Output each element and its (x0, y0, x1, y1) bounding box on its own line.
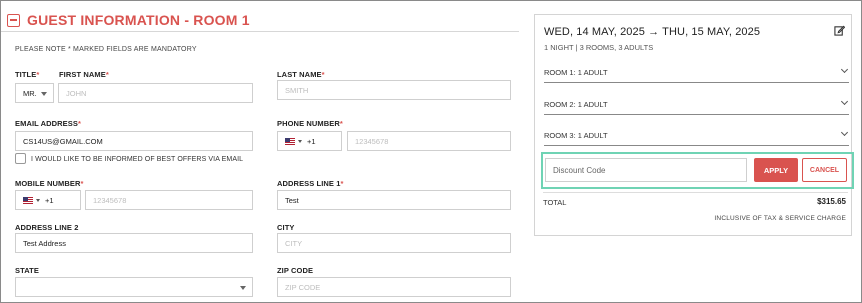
first-name-label: FIRST NAME* (59, 70, 109, 79)
zip-placeholder: ZIP CODE (285, 282, 321, 292)
tax-note: INCLUSIVE OF TAX & SERVICE CHARGE (714, 215, 846, 222)
city-placeholder: CITY (285, 238, 303, 248)
apply-button[interactable]: APPLY (754, 158, 798, 182)
chevron-down-icon (840, 65, 849, 74)
mobile-input[interactable]: 12345678 (85, 190, 253, 210)
state-label: STATE (15, 266, 39, 275)
city-label: CITY (277, 223, 295, 232)
phone-placeholder: 12345678 (355, 136, 389, 146)
last-name-label: LAST NAME* (277, 70, 325, 79)
us-flag-icon (285, 137, 295, 145)
phone-country-select[interactable]: +1 (277, 131, 342, 151)
stay-summary: 1 NIGHT | 3 ROOMS, 3 ADULTS (544, 43, 654, 52)
city-input[interactable]: CITY (277, 233, 511, 253)
phone-input[interactable]: 12345678 (347, 131, 511, 151)
room-1-label: ROOM 1: 1 ADULT (544, 68, 608, 77)
chevron-down-icon (240, 286, 246, 290)
mobile-placeholder: 12345678 (93, 195, 127, 205)
discount-placeholder: Discount Code (553, 165, 606, 175)
last-name-input[interactable]: SMITH (277, 80, 511, 100)
phone-code: +1 (307, 136, 316, 146)
chevron-down-icon (41, 92, 47, 96)
phone-label: PHONE NUMBER* (277, 119, 343, 128)
stay-dates: WED, 14 MAY, 2025 → THU, 15 MAY, 2025 (544, 26, 761, 38)
section-title: GUEST INFORMATION - ROOM 1 (27, 12, 250, 28)
address1-value: Test (285, 195, 299, 205)
email-label: EMAIL ADDRESS* (15, 119, 82, 128)
discount-code-input[interactable]: Discount Code (545, 158, 747, 182)
state-select[interactable] (15, 277, 253, 297)
us-flag-icon (23, 196, 33, 204)
booking-summary-panel: WED, 14 MAY, 2025 → THU, 15 MAY, 2025 1 … (534, 14, 852, 236)
email-field[interactable]: CS14US@GMAIL.COM (15, 131, 253, 151)
last-name-placeholder: SMITH (285, 85, 309, 95)
mobile-country-select[interactable]: +1 (15, 190, 81, 210)
chevron-down-icon (36, 198, 40, 202)
header-divider (1, 31, 519, 32)
room-row-2[interactable]: ROOM 2: 1 ADULT (544, 97, 849, 115)
total-divider (543, 192, 848, 193)
chevron-down-icon (840, 128, 849, 137)
address2-value: Test Address (23, 238, 66, 248)
mobile-code: +1 (45, 195, 54, 205)
total-value: $315.65 (817, 197, 846, 206)
chevron-down-icon (298, 139, 302, 143)
chevron-down-icon (840, 97, 849, 106)
title-value: MR. (23, 88, 37, 98)
total-label: TOTAL (543, 198, 567, 207)
address1-label: ADDRESS LINE 1* (277, 179, 344, 188)
section-header: GUEST INFORMATION - ROOM 1 (7, 12, 250, 28)
email-value: CS14US@GMAIL.COM (23, 136, 103, 146)
offers-checkbox[interactable] (15, 153, 26, 164)
address2-input[interactable]: Test Address (15, 233, 253, 253)
room-2-label: ROOM 2: 1 ADULT (544, 100, 608, 109)
first-name-input[interactable]: JOHN (58, 83, 253, 103)
offers-checkbox-label: I WOULD LIKE TO BE INFORMED OF BEST OFFE… (31, 156, 244, 163)
zip-label: ZIP CODE (277, 266, 314, 275)
room-row-3[interactable]: ROOM 3: 1 ADULT (544, 128, 849, 146)
edit-icon[interactable] (834, 25, 845, 36)
zip-input[interactable]: ZIP CODE (277, 277, 511, 297)
address2-label: ADDRESS LINE 2 (15, 223, 79, 232)
mandatory-note: PLEASE NOTE * MARKED FIELDS ARE MANDATOR… (15, 46, 197, 53)
title-select[interactable]: MR. (15, 83, 54, 103)
room-3-label: ROOM 3: 1 ADULT (544, 131, 608, 140)
title-label: TITLE* (15, 70, 40, 79)
first-name-placeholder: JOHN (66, 88, 87, 98)
collapse-icon[interactable] (7, 13, 20, 27)
page-frame: GUEST INFORMATION - ROOM 1 PLEASE NOTE *… (0, 0, 862, 303)
room-row-1[interactable]: ROOM 1: 1 ADULT (544, 65, 849, 83)
mobile-label: MOBILE NUMBER* (15, 179, 84, 188)
address1-input[interactable]: Test (277, 190, 511, 210)
cancel-button[interactable]: CANCEL (802, 158, 847, 182)
